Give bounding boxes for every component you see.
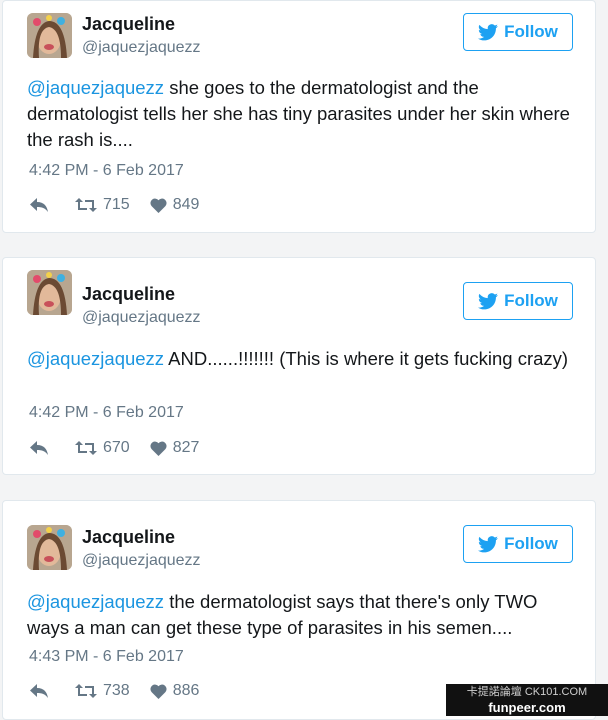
tweet-text: @jaquezjaquezz the dermatologist says th…: [27, 589, 572, 641]
like-count: 827: [172, 439, 200, 456]
avatar[interactable]: [27, 525, 72, 570]
user-handle[interactable]: @jaquezjaquezz: [82, 39, 201, 57]
user-handle[interactable]: @jaquezjaquezz: [82, 309, 201, 327]
reply-button[interactable]: [29, 683, 49, 699]
reply-icon: [30, 441, 48, 455]
retweet-count: 738: [103, 682, 130, 699]
tweet-actions: 738 886: [29, 682, 199, 700]
follow-button[interactable]: Follow: [463, 13, 573, 51]
avatar[interactable]: [27, 270, 72, 315]
retweet-count: 670: [103, 439, 130, 456]
reply-icon: [30, 684, 48, 698]
twitter-bird-icon: [478, 23, 499, 40]
tweet-actions: 670 827: [29, 439, 199, 457]
watermark-bottom-text: funpeer.com: [488, 700, 566, 715]
heart-icon: [150, 441, 167, 456]
like-count: 886: [172, 682, 200, 699]
tweet-text: @jaquezjaquezz she goes to the dermatolo…: [27, 75, 572, 153]
follow-label: Follow: [504, 534, 558, 553]
tweet-card: Jacqueline @jaquezjaquezz Follow @jaquez…: [2, 0, 596, 233]
tweet-card: Jacqueline @jaquezjaquezz Follow @jaquez…: [2, 257, 596, 475]
timestamp[interactable]: 4:43 PM - 6 Feb 2017: [29, 648, 184, 666]
retweet-icon: [75, 441, 97, 455]
timestamp[interactable]: 4:42 PM - 6 Feb 2017: [29, 162, 184, 180]
heart-icon: [150, 198, 167, 213]
timestamp[interactable]: 4:42 PM - 6 Feb 2017: [29, 404, 184, 422]
retweet-button[interactable]: 715: [75, 196, 130, 214]
retweet-icon: [75, 198, 97, 212]
follow-button[interactable]: Follow: [463, 282, 573, 320]
tweet-actions: 715 849: [29, 196, 199, 214]
retweet-count: 715: [103, 196, 130, 213]
follow-label: Follow: [504, 22, 558, 41]
like-count: 849: [172, 196, 200, 213]
display-name[interactable]: Jacqueline: [82, 527, 175, 548]
display-name[interactable]: Jacqueline: [82, 284, 175, 305]
mention-link[interactable]: @jaquezjaquezz: [27, 591, 164, 612]
tweet-body: AND......!!!!!!! (This is where it gets …: [164, 348, 569, 369]
twitter-bird-icon: [478, 535, 499, 552]
watermark-top-text: 卡提諾論壇 CK101.COM: [466, 686, 588, 698]
follow-label: Follow: [504, 291, 558, 310]
like-button[interactable]: 827: [150, 439, 200, 457]
like-button[interactable]: 886: [150, 682, 200, 700]
like-button[interactable]: 849: [150, 196, 200, 214]
reply-button[interactable]: [29, 440, 49, 456]
reply-icon: [30, 198, 48, 212]
retweet-icon: [75, 684, 97, 698]
reply-button[interactable]: [29, 197, 49, 213]
heart-icon: [150, 684, 167, 699]
retweet-button[interactable]: 670: [75, 439, 130, 457]
display-name[interactable]: Jacqueline: [82, 14, 175, 35]
user-handle[interactable]: @jaquezjaquezz: [82, 552, 201, 570]
twitter-bird-icon: [478, 292, 499, 309]
retweet-button[interactable]: 738: [75, 682, 130, 700]
tweet-text: @jaquezjaquezz AND......!!!!!!! (This is…: [27, 346, 572, 372]
avatar[interactable]: [27, 13, 72, 58]
watermark: 卡提諾論壇 CK101.COM funpeer.com: [446, 684, 608, 716]
mention-link[interactable]: @jaquezjaquezz: [27, 348, 164, 369]
follow-button[interactable]: Follow: [463, 525, 573, 563]
mention-link[interactable]: @jaquezjaquezz: [27, 77, 164, 98]
